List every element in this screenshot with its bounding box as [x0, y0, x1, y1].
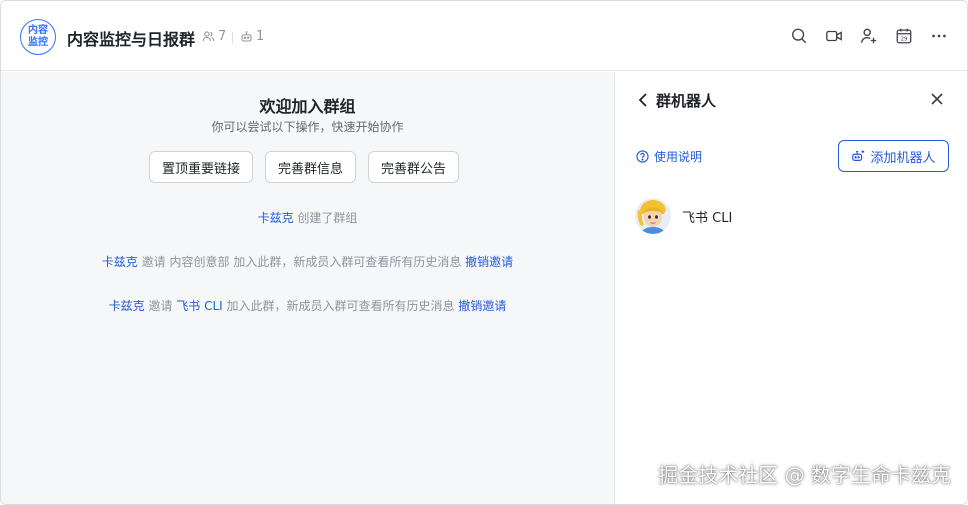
add-bot-button[interactable]: 添加机器人	[838, 140, 949, 172]
welcome-subtitle: 你可以尝试以下操作，快速开始协作	[211, 120, 404, 134]
search-icon	[792, 28, 807, 44]
bot-avatar	[635, 198, 671, 234]
bot-count-value: 1	[256, 29, 265, 44]
help-link[interactable]: 使用说明	[636, 148, 702, 165]
header-divider	[232, 32, 233, 44]
bot-list-item[interactable]: 飞书 CLI	[635, 196, 947, 236]
members-icon	[202, 31, 215, 42]
svg-text:29: 29	[901, 37, 908, 43]
more-icon	[932, 34, 946, 38]
panel-title: 群机器人	[656, 92, 717, 110]
chat-header: 内容监控 内容监控与日报群 7 1 29	[1, 1, 967, 71]
video-call-button[interactable]	[824, 26, 844, 46]
complete-group-info-button[interactable]: 完善群信息	[265, 151, 357, 183]
member-count-value: 7	[218, 29, 227, 44]
system-message: 卡兹克 创建了群组	[1, 209, 614, 226]
message-verb: 邀请	[148, 299, 173, 313]
quick-actions: 置顶重要链接 完善群信息 完善群公告	[149, 151, 460, 183]
invited-target: 内容创意部	[169, 255, 230, 269]
bot-name: 飞书 CLI	[682, 210, 733, 226]
revoke-invite-link[interactable]: 撤销邀请	[465, 255, 513, 269]
bot-avatar-image	[635, 198, 671, 234]
bot-count[interactable]: 1	[240, 29, 264, 44]
user-link[interactable]: 卡兹克	[102, 255, 138, 269]
system-message: 卡兹克 邀请 内容创意部 加入此群，新成员入群可查看所有历史消息 撤销邀请	[1, 253, 614, 270]
complete-announcement-button[interactable]: 完善群公告	[368, 151, 460, 183]
revoke-invite-link[interactable]: 撤销邀请	[458, 299, 506, 313]
close-icon[interactable]	[929, 91, 945, 107]
calendar-icon: 29	[896, 28, 912, 44]
add-bot-icon	[852, 150, 865, 161]
group-title[interactable]: 内容监控与日报群	[67, 26, 195, 50]
user-link[interactable]: 卡兹克	[258, 211, 294, 225]
pin-links-button[interactable]: 置顶重要链接	[149, 151, 254, 183]
help-label: 使用说明	[654, 150, 703, 164]
chat-area: 欢迎加入群组 你可以尝试以下操作，快速开始协作 置顶重要链接 完善群信息 完善群…	[1, 72, 614, 504]
message-text: 加入此群，新成员入群可查看所有历史消息	[233, 255, 462, 269]
calendar-button[interactable]: 29	[894, 26, 914, 46]
add-member-icon	[861, 28, 877, 44]
group-avatar[interactable]: 内容监控	[20, 19, 56, 55]
message-verb: 邀请	[141, 255, 166, 269]
system-message: 卡兹克 邀请 飞书 CLI 加入此群，新成员入群可查看所有历史消息 撤销邀请	[1, 297, 614, 314]
message-text: 创建了群组	[297, 211, 358, 225]
add-bot-label: 添加机器人	[870, 149, 936, 165]
user-link[interactable]: 卡兹克	[109, 299, 145, 313]
welcome-title: 欢迎加入群组	[259, 97, 356, 116]
search-button[interactable]	[789, 26, 809, 46]
back-icon[interactable]	[636, 92, 650, 108]
bot-link[interactable]: 飞书 CLI	[176, 299, 222, 313]
help-circle-icon	[636, 150, 649, 163]
app-window: 内容监控 内容监控与日报群 7 1 29 欢迎加入群组 你可以尝试以下操作，快速…	[0, 0, 968, 505]
robot-icon	[241, 31, 252, 42]
more-button[interactable]	[929, 26, 949, 46]
add-member-button[interactable]	[859, 26, 879, 46]
message-text: 加入此群，新成员入群可查看所有历史消息	[226, 299, 455, 313]
bot-panel: 群机器人 使用说明 添加机器人 飞书 CLI	[614, 72, 967, 504]
header-toolbar: 29	[789, 26, 949, 46]
video-icon	[826, 30, 842, 42]
watermark: 掘金技术社区 @ 数字生命卡兹克	[658, 463, 951, 487]
member-count[interactable]: 7	[202, 29, 226, 44]
